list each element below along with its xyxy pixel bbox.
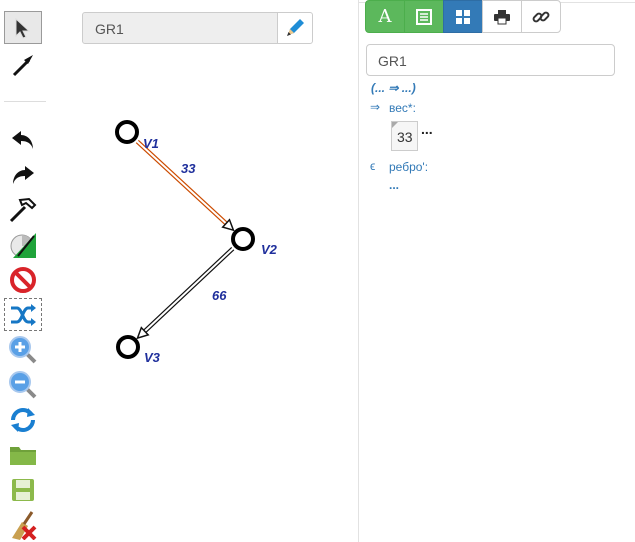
floppy-disk-icon — [12, 478, 34, 501]
open-folder-button[interactable] — [4, 438, 42, 471]
shuffle-icon — [11, 303, 36, 326]
graph-vertex[interactable] — [231, 227, 255, 251]
grid-view-button[interactable] — [443, 0, 483, 33]
text-view-button[interactable]: A — [365, 0, 405, 33]
zoom-out-icon — [9, 370, 37, 398]
shuffle-button[interactable] — [4, 298, 42, 331]
cursor-arrow-icon — [15, 17, 31, 39]
list-icon — [416, 8, 432, 25]
list-view-button[interactable] — [404, 0, 444, 33]
select-tool-button[interactable] — [4, 11, 42, 44]
edge-weight-label[interactable]: 33 — [181, 161, 196, 176]
arrow-line-icon — [12, 54, 33, 76]
weight-label[interactable]: вес*: — [389, 101, 416, 115]
link-icon — [532, 11, 550, 22]
zoom-in-button[interactable] — [4, 333, 42, 366]
edge-symbol: ϵ — [370, 159, 376, 173]
hammer-tool-button[interactable] — [4, 193, 42, 226]
edge-weight-label[interactable]: 66 — [212, 288, 227, 303]
graph-name-input-text: GR1 — [378, 53, 407, 69]
refresh-icon — [11, 407, 35, 432]
letter-a-icon: A — [378, 6, 392, 27]
broom-delete-icon — [12, 510, 37, 540]
print-button[interactable] — [482, 0, 522, 33]
vertex-label: V3 — [144, 350, 161, 365]
graph-name-input[interactable]: GR1 — [366, 44, 615, 76]
pencil-icon — [287, 19, 304, 36]
clear-button[interactable] — [4, 508, 42, 541]
printer-icon — [494, 9, 510, 24]
vertex-label: V2 — [261, 242, 278, 257]
graph-vertex[interactable] — [115, 120, 139, 144]
mapping-hint: (... ⇒ ...) — [371, 81, 416, 95]
grid-icon — [456, 9, 470, 24]
edit-name-button[interactable] — [277, 12, 313, 44]
zoom-out-button[interactable] — [4, 368, 42, 401]
weight-value-field[interactable]: 33 — [391, 121, 418, 151]
palette-tool-button[interactable] — [4, 228, 42, 261]
redo-arrow-icon — [13, 165, 34, 184]
redo-button[interactable] — [4, 158, 42, 191]
link-button[interactable] — [521, 0, 561, 33]
weight-value: 33 — [397, 129, 413, 145]
edge-label[interactable]: ребро': — [389, 160, 428, 174]
graph-name-text: GR1 — [95, 21, 124, 37]
undo-arrow-icon — [12, 130, 33, 149]
edge-value[interactable]: ... — [389, 178, 399, 192]
prohibited-icon — [10, 266, 36, 293]
edge-tool-button[interactable] — [4, 48, 42, 81]
vertex-label: V1 — [143, 136, 159, 151]
save-button[interactable] — [4, 473, 42, 506]
weight-more-button[interactable]: ... — [421, 121, 433, 137]
graph-edge[interactable] — [135, 139, 235, 232]
folder-icon — [10, 446, 36, 465]
hammer-icon — [9, 197, 37, 222]
delete-button[interactable] — [4, 263, 42, 296]
graph-canvas[interactable]: 33 66 V1 V2 V3 — [50, 50, 350, 390]
palette-icon — [10, 232, 36, 258]
zoom-in-icon — [9, 335, 37, 363]
graph-vertex[interactable] — [116, 335, 140, 359]
panel-divider[interactable] — [358, 0, 359, 542]
corner-marker-icon — [392, 122, 398, 128]
undo-button[interactable] — [4, 123, 42, 156]
weight-symbol: ⇒ — [370, 100, 381, 114]
refresh-button[interactable] — [4, 403, 42, 436]
